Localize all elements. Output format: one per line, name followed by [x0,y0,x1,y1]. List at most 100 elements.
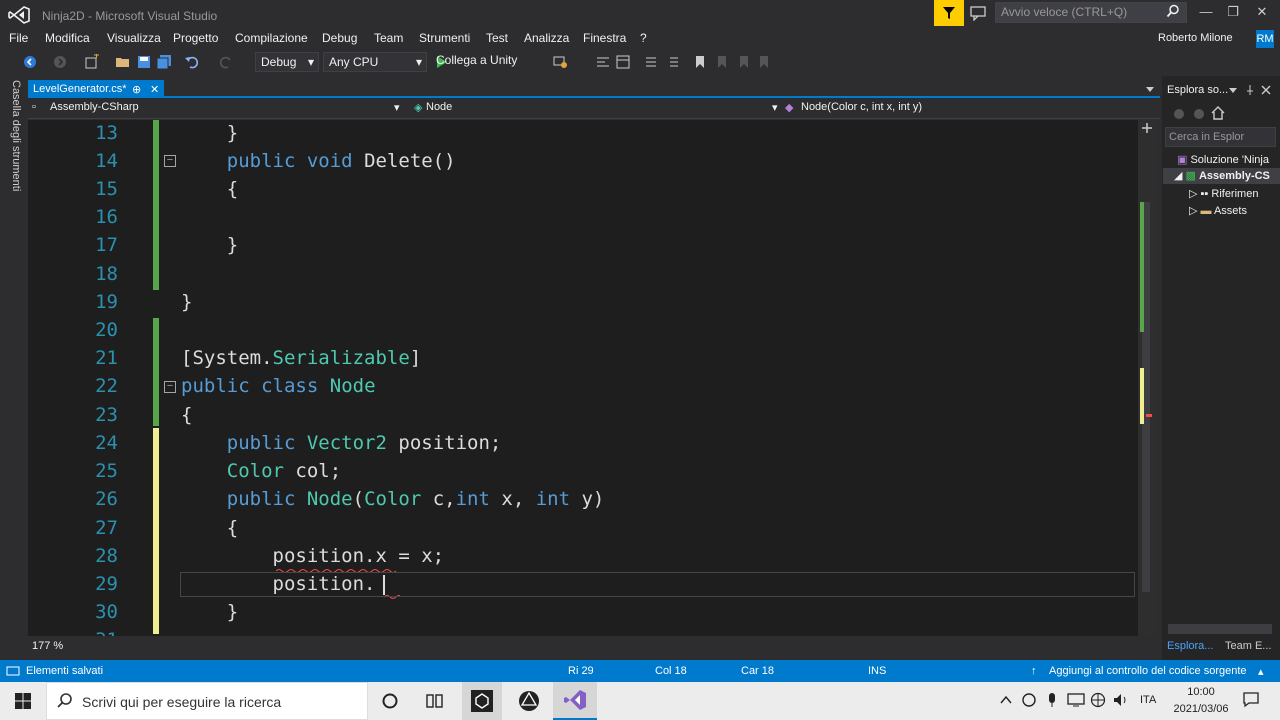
funnel-icon [943,7,955,19]
code-line: [System.Serializable] [181,347,422,369]
onedrive-sync-icon[interactable] [1020,692,1038,708]
bookmark-next-icon[interactable] [736,54,752,70]
back-icon[interactable] [1172,107,1186,121]
close-button[interactable]: ✕ [1252,4,1272,22]
tree-item-solution[interactable]: ▣ Soluzione 'Ninja [1177,153,1269,166]
text-caret [383,575,385,595]
new-project-icon[interactable] [84,54,100,70]
chevron-up-icon[interactable] [1000,695,1012,705]
user-name[interactable]: Roberto Milone [1158,32,1233,44]
taskbar-app-visual-studio[interactable] [553,682,597,720]
cortana-icon[interactable] [381,692,399,710]
configuration-select[interactable]: Debug ▾ [255,52,319,72]
zoom-select[interactable]: 177 % [32,640,63,652]
solution-icon: ▣ [1177,154,1191,166]
avatar[interactable]: RM [1256,30,1274,48]
close-icon[interactable] [1261,85,1271,95]
forward-icon[interactable] [1192,107,1206,121]
close-tab-icon[interactable]: ✕ [150,83,159,96]
task-view-icon[interactable] [425,692,445,710]
menu-help[interactable]: ? [640,31,647,45]
save-icon[interactable] [136,54,152,70]
menu-compilazione[interactable]: Compilazione [235,31,308,45]
visual-studio-logo [8,6,30,24]
feedback-icon[interactable] [970,5,988,21]
window-icon[interactable] [615,54,631,70]
platform-select[interactable]: Any CPU ▾ [323,52,427,72]
menu-test[interactable]: Test [486,31,508,45]
menu-strumenti[interactable]: Strumenti [419,31,470,45]
clock-date[interactable]: 2021/03/06 [1164,703,1238,715]
unity-icon [471,690,493,712]
volume-icon[interactable] [1112,692,1130,708]
tree-item-references[interactable]: ▷ ▪▪ Riferimen [1189,187,1258,200]
chevron-down-icon[interactable]: ▾ [394,101,400,114]
notifications-icon[interactable] [1242,690,1260,708]
comment-icon[interactable] [643,54,659,70]
source-control-button[interactable]: Aggiungi al controllo del codice sorgent… [1049,665,1247,677]
menu-progetto[interactable]: Progetto [173,31,218,45]
search-icon[interactable] [1166,4,1180,18]
menu-modifica[interactable]: Modifica [45,31,90,45]
toolbox-tab[interactable]: Casella degli strumenti [10,80,22,191]
step-icon[interactable] [595,54,611,70]
solution-search-input[interactable]: Cerca in Esplor [1165,127,1276,147]
redo-icon[interactable] [218,54,234,70]
pin-icon[interactable]: ⊕ [132,83,141,96]
tree-item-assets[interactable]: ▷ ▬ Assets [1189,204,1247,217]
save-all-icon[interactable] [156,54,172,70]
home-icon[interactable] [1211,106,1225,120]
minimize-button[interactable]: — [1196,4,1216,22]
network-icon[interactable] [1066,692,1086,708]
menu-visualizza[interactable]: Visualizza [107,31,161,45]
attach-to-unity-button[interactable]: Collega a Unity [436,53,517,67]
restore-button[interactable]: ❐ [1223,4,1243,22]
breakpoints-icon[interactable] [552,54,568,70]
member-nav-select[interactable]: Node(Color c, int x, int y) [801,101,922,113]
taskbar-app-unity[interactable] [462,682,502,720]
solution-horizontal-scrollbar[interactable] [1168,624,1272,634]
split-icon[interactable] [1141,122,1153,134]
bookmark-icon[interactable] [692,54,708,70]
menu-team[interactable]: Team [374,31,403,45]
chevron-down-icon[interactable] [1228,86,1238,94]
tab-level-generator[interactable]: LevelGenerator.cs* ⊕ ✕ [28,80,164,98]
clock-time[interactable]: 10:00 [1170,686,1232,698]
code-editor[interactable]: 13 14 15 16 17 18 19 20 21 22 23 24 25 2… [28,120,1138,636]
menu-analizza[interactable]: Analizza [524,31,569,45]
pin-icon[interactable] [1244,84,1256,96]
microphone-icon[interactable] [1046,692,1058,708]
menu-debug[interactable]: Debug [322,31,357,45]
tab-dropdown-icon[interactable] [1144,84,1156,94]
tree-item-assembly[interactable]: ◢ ▩ Assembly-CS [1163,168,1280,184]
chevron-up-icon[interactable]: ▴ [1258,665,1264,678]
code-line-text: public void Delete() [226,150,456,172]
code-line: public void Delete() [181,150,456,172]
menu-finestra[interactable]: Finestra [583,31,626,45]
line-number: 16 [95,206,118,228]
tab-solution-explorer[interactable]: Esplora... [1167,640,1213,652]
chevron-down-icon[interactable]: ▾ [772,101,778,114]
globe-icon[interactable] [1090,692,1106,708]
tab-team-explorer[interactable]: Team E... [1225,640,1271,652]
collapse-icon[interactable]: − [164,381,176,393]
unity-hub-icon[interactable] [518,690,540,712]
language-indicator[interactable]: ITA [1140,694,1156,706]
forward-icon[interactable] [52,54,68,70]
back-icon[interactable] [22,54,38,70]
bookmark-prev-icon[interactable] [714,54,730,70]
menu-file[interactable]: File [9,31,28,45]
filter-notification-button[interactable] [934,0,964,26]
editor-vertical-scrollbar[interactable] [1138,120,1156,636]
undo-icon[interactable] [184,54,200,70]
collapse-icon[interactable]: − [164,155,176,167]
quick-launch-input[interactable]: Avvio veloce (CTRL+Q) [995,2,1187,23]
open-folder-icon[interactable] [115,54,131,70]
uncomment-icon[interactable] [665,54,681,70]
code-line: public Node(Color c,int x, int y) [226,488,605,510]
overview-marker [1140,368,1144,424]
project-nav-select[interactable]: Assembly-CSharp [50,101,139,113]
bookmark-clear-icon[interactable] [756,54,772,70]
type-nav-select[interactable]: Node [426,101,452,113]
windows-start-icon[interactable] [14,692,32,710]
